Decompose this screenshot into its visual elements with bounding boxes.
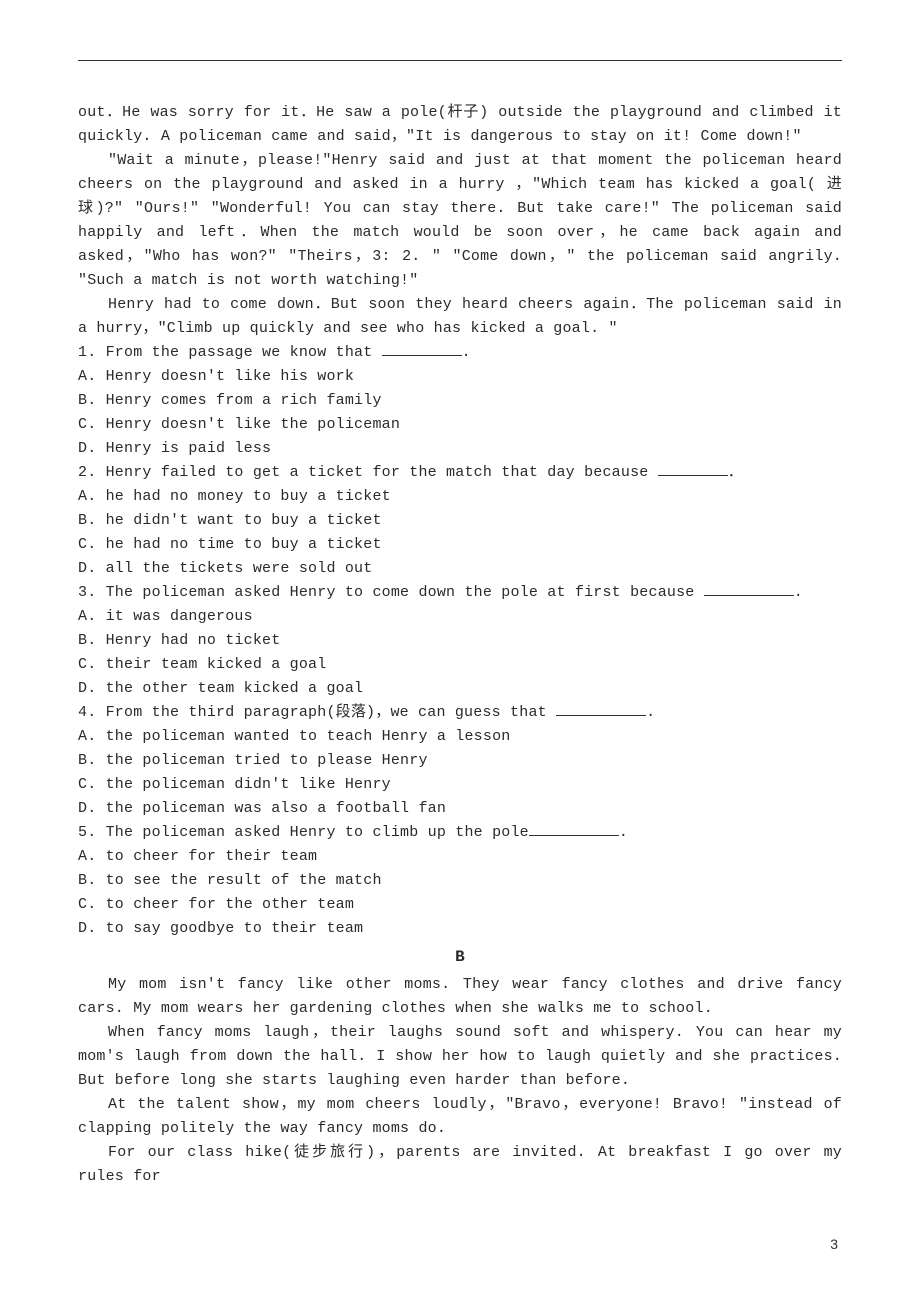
document-page: out．He was sorry for it．He saw a pole(杆子… xyxy=(0,0,920,1302)
q2-opt-c: C. he had no time to buy a ticket xyxy=(78,533,842,557)
passage-b-p1: My mom isn't fancy like other moms. They… xyxy=(78,973,842,1021)
q4-opt-c: C. the policeman didn't like Henry xyxy=(78,773,842,797)
q2-blank xyxy=(658,462,728,477)
q4-opt-a: A. the policeman wanted to teach Henry a… xyxy=(78,725,842,749)
q5-opt-b: B. to see the result of the match xyxy=(78,869,842,893)
passage-a-p2: "Wait a minute，please!"Henry said and ju… xyxy=(78,149,842,293)
q3-stem-pre: 3. The policeman asked Henry to come dow… xyxy=(78,584,704,601)
q1-opt-b: B. Henry comes from a rich family xyxy=(78,389,842,413)
q1-opt-c: C. Henry doesn't like the policeman xyxy=(78,413,842,437)
q5-opt-c: C. to cheer for the other team xyxy=(78,893,842,917)
content-area: out．He was sorry for it．He saw a pole(杆子… xyxy=(78,101,842,1189)
q3-opt-d: D. the other team kicked a goal xyxy=(78,677,842,701)
q5-opt-a: A. to cheer for their team xyxy=(78,845,842,869)
q1-blank xyxy=(382,342,462,357)
q3-stem: 3. The policeman asked Henry to come dow… xyxy=(78,581,842,605)
q2-stem-pre: 2. Henry failed to get a ticket for the … xyxy=(78,464,658,481)
passage-b-p4: For our class hike(徒步旅行)，parents are inv… xyxy=(78,1141,842,1189)
q3-opt-b: B. Henry had no ticket xyxy=(78,629,842,653)
q4-stem-post: . xyxy=(646,704,655,721)
passage-a-p3: Henry had to come down．But soon they hea… xyxy=(78,293,842,341)
q1-stem-post: . xyxy=(462,344,471,361)
page-number: 3 xyxy=(830,1236,838,1252)
section-b-heading: B xyxy=(78,945,842,969)
q3-opt-c: C. their team kicked a goal xyxy=(78,653,842,677)
q3-blank xyxy=(704,582,794,597)
q5-stem-post: . xyxy=(619,824,628,841)
header-rule xyxy=(78,60,842,61)
q5-opt-d: D. to say goodbye to their team xyxy=(78,917,842,941)
passage-b-p2: When fancy moms laugh，their laughs sound… xyxy=(78,1021,842,1093)
q1-opt-d: D. Henry is paid less xyxy=(78,437,842,461)
q2-opt-a: A. he had no money to buy a ticket xyxy=(78,485,842,509)
passage-a-p1: out．He was sorry for it．He saw a pole(杆子… xyxy=(78,101,842,149)
q2-stem-post: ． xyxy=(728,464,743,481)
q2-stem: 2. Henry failed to get a ticket for the … xyxy=(78,461,842,485)
q4-stem: 4. From the third paragraph(段落)，we can g… xyxy=(78,701,842,725)
q1-opt-a: A. Henry doesn't like his work xyxy=(78,365,842,389)
q1-stem-pre: 1. From the passage we know that xyxy=(78,344,382,361)
passage-b-p3: At the talent show，my mom cheers loudly，… xyxy=(78,1093,842,1141)
q5-stem-pre: 5. The policeman asked Henry to climb up… xyxy=(78,824,529,841)
q5-stem: 5. The policeman asked Henry to climb up… xyxy=(78,821,842,845)
q5-blank xyxy=(529,822,619,837)
q4-blank xyxy=(556,702,646,717)
q4-stem-pre: 4. From the third paragraph(段落)，we can g… xyxy=(78,704,556,721)
q2-opt-b: B. he didn't want to buy a ticket xyxy=(78,509,842,533)
q4-opt-b: B. the policeman tried to please Henry xyxy=(78,749,842,773)
q1-stem: 1. From the passage we know that . xyxy=(78,341,842,365)
q4-opt-d: D. the policeman was also a football fan xyxy=(78,797,842,821)
q2-opt-d: D. all the tickets were sold out xyxy=(78,557,842,581)
q3-stem-post: . xyxy=(794,584,803,601)
q3-opt-a: A. it was dangerous xyxy=(78,605,842,629)
